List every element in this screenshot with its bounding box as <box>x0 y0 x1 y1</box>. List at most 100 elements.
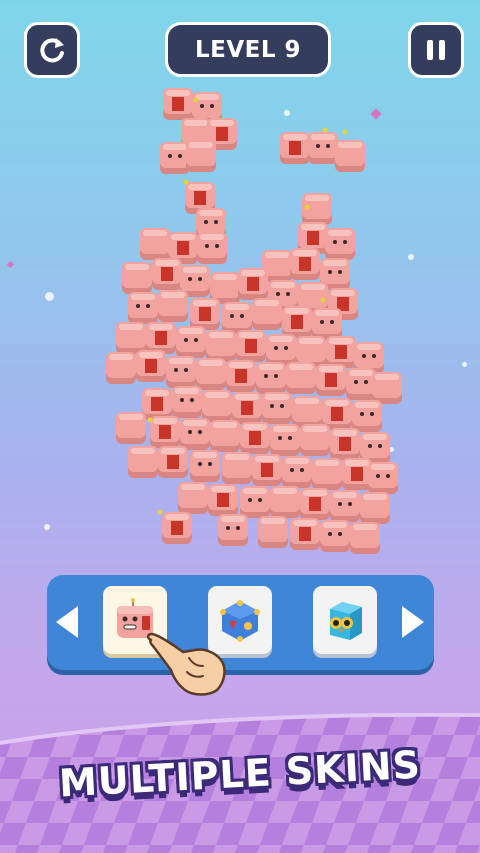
cube-eye <box>276 292 280 296</box>
tile-cube[interactable] <box>360 492 390 524</box>
tile-cube[interactable] <box>282 306 312 338</box>
tile-cube[interactable] <box>330 428 360 460</box>
tile-cube[interactable] <box>218 514 248 546</box>
cube-mark <box>335 345 347 359</box>
tile-cube[interactable] <box>232 392 262 424</box>
cube-eye <box>338 270 342 274</box>
tile-cube[interactable] <box>236 330 266 362</box>
tile-cube[interactable] <box>238 268 268 300</box>
tile-cube[interactable] <box>316 364 346 396</box>
tile-cube[interactable] <box>178 482 208 514</box>
tile-cube[interactable] <box>325 228 355 260</box>
cube-antenna <box>342 129 348 135</box>
tile-cube[interactable] <box>240 486 270 518</box>
cube-eye <box>198 430 202 434</box>
tile-cube[interactable] <box>226 360 256 392</box>
tile-cube[interactable] <box>308 132 338 164</box>
tile-cube[interactable] <box>196 358 226 390</box>
tile-cube[interactable] <box>142 388 172 420</box>
cube-eye <box>274 374 278 378</box>
cube-eye <box>184 338 188 342</box>
cube-eye <box>188 277 192 281</box>
cube-mark <box>194 191 206 205</box>
tile-cube[interactable] <box>172 386 202 418</box>
tile-cube[interactable] <box>210 420 240 452</box>
skin-option-cyan-owl[interactable] <box>313 586 377 654</box>
cube-eye <box>188 430 192 434</box>
tile-cube[interactable] <box>372 372 402 404</box>
tile-cube[interactable] <box>202 390 232 422</box>
tile-cube[interactable] <box>256 362 286 394</box>
tile-cube[interactable] <box>270 424 300 456</box>
tile-cube[interactable] <box>258 516 288 548</box>
cube-tower[interactable] <box>0 0 480 570</box>
tile-cube[interactable] <box>252 454 282 486</box>
tile-cube[interactable] <box>146 322 176 354</box>
tile-cube[interactable] <box>292 396 322 428</box>
tile-cube[interactable] <box>335 140 365 172</box>
tile-cube[interactable] <box>330 490 360 522</box>
tile-cube[interactable] <box>180 418 210 450</box>
tile-cube[interactable] <box>300 488 330 520</box>
tile-cube[interactable] <box>190 450 220 482</box>
tile-cube[interactable] <box>266 334 296 366</box>
tile-cube[interactable] <box>282 456 312 488</box>
tile-cube[interactable] <box>197 232 227 264</box>
tile-cube[interactable] <box>312 458 342 490</box>
cube-eye <box>230 314 234 318</box>
cube-eye <box>386 474 390 478</box>
tile-cube[interactable] <box>350 522 380 554</box>
tile-cube[interactable] <box>152 258 182 290</box>
tile-cube[interactable] <box>252 298 282 330</box>
cube-eye <box>343 240 347 244</box>
tile-cube[interactable] <box>346 368 376 400</box>
tile-cube[interactable] <box>116 412 146 444</box>
tile-cube[interactable] <box>128 446 158 478</box>
tile-cube[interactable] <box>128 292 158 324</box>
tile-cube[interactable] <box>342 458 372 490</box>
cube-eye <box>338 502 342 506</box>
tile-cube[interactable] <box>270 486 300 518</box>
tile-cube[interactable] <box>206 330 236 362</box>
tile-cube[interactable] <box>140 228 170 260</box>
cube-antenna <box>320 297 326 303</box>
tile-cube[interactable] <box>320 520 350 552</box>
tile-cube[interactable] <box>290 248 320 280</box>
tile-cube[interactable] <box>208 484 238 516</box>
cube-eye <box>280 404 284 408</box>
cube-mark <box>216 127 228 141</box>
tile-cube[interactable] <box>163 88 193 120</box>
tile-cube[interactable] <box>368 462 398 494</box>
tile-cube[interactable] <box>176 326 206 358</box>
tile-cube[interactable] <box>158 290 188 322</box>
tile-cube[interactable] <box>160 142 190 174</box>
cube-eye <box>348 502 352 506</box>
tile-cube[interactable] <box>280 132 310 164</box>
tile-cube[interactable] <box>150 416 180 448</box>
tile-cube[interactable] <box>262 392 292 424</box>
cube-eye <box>215 244 219 248</box>
triangle-left-icon[interactable] <box>52 602 82 642</box>
tile-cube[interactable] <box>186 140 216 172</box>
tile-cube[interactable] <box>286 362 316 394</box>
tile-cube[interactable] <box>122 262 152 294</box>
tile-cube[interactable] <box>222 452 252 484</box>
tile-cube[interactable] <box>116 322 146 354</box>
tile-cube[interactable] <box>162 512 192 544</box>
tile-cube[interactable] <box>136 350 166 382</box>
tile-cube[interactable] <box>190 298 220 330</box>
tile-cube[interactable] <box>326 336 356 368</box>
tile-cube[interactable] <box>166 356 196 388</box>
cube-eye <box>214 220 218 224</box>
tile-cube[interactable] <box>240 422 270 454</box>
tile-cube[interactable] <box>290 518 320 550</box>
tile-cube[interactable] <box>300 424 330 456</box>
tile-cube[interactable] <box>158 446 188 478</box>
cube-eye <box>204 220 208 224</box>
tile-cube[interactable] <box>106 352 136 384</box>
tile-cube[interactable] <box>222 302 252 334</box>
tile-cube[interactable] <box>352 400 382 432</box>
triangle-right-icon[interactable] <box>398 602 428 642</box>
tile-cube[interactable] <box>312 308 342 340</box>
cube-mark <box>289 141 301 155</box>
